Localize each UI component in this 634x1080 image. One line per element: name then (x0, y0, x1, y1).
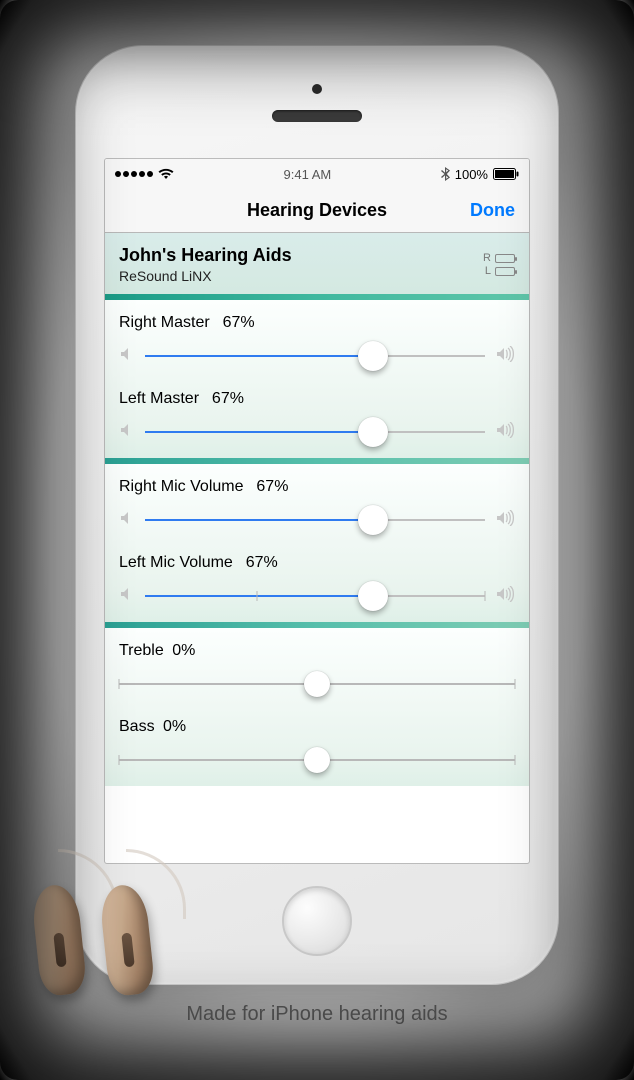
device-header[interactable]: John's Hearing Aids ReSound LiNX R L (105, 233, 529, 294)
right-ear-label: R (483, 252, 491, 265)
volume-high-icon (495, 346, 515, 367)
treble-block: Treble 0% (105, 628, 529, 704)
left-battery-icon (495, 267, 515, 276)
left-master-value: 67% (212, 390, 244, 407)
right-mic-slider[interactable] (145, 506, 485, 534)
treble-slider[interactable] (119, 670, 515, 698)
right-battery-icon (495, 254, 515, 263)
page-title: Hearing Devices (247, 200, 387, 221)
done-button[interactable]: Done (470, 200, 515, 221)
earpiece-speaker (272, 110, 362, 122)
left-master-label: Left Master (119, 390, 199, 407)
right-mic-value: 67% (256, 478, 288, 495)
hearing-aids-illustration (28, 855, 170, 1010)
front-camera (312, 84, 322, 94)
device-battery-status: R L (483, 252, 515, 278)
right-mic-block: Right Mic Volume 67% (105, 464, 529, 540)
left-master-slider[interactable] (145, 418, 485, 446)
left-mic-slider[interactable] (145, 582, 485, 610)
volume-high-icon (495, 586, 515, 607)
bass-value: 0% (163, 718, 186, 735)
left-mic-block: Left Mic Volume 67% (105, 540, 529, 616)
volume-low-icon (119, 422, 135, 443)
battery-percentage: 100% (455, 167, 488, 182)
treble-value: 0% (172, 642, 195, 659)
bluetooth-icon (441, 167, 450, 181)
volume-low-icon (119, 586, 135, 607)
left-mic-label: Left Mic Volume (119, 554, 233, 571)
left-mic-value: 67% (246, 554, 278, 571)
battery-icon (493, 168, 519, 180)
master-volume-section: Right Master 67% Left Master 67% (105, 300, 529, 458)
screen: 9:41 AM 100% Hearing Devices Done John's… (104, 158, 530, 864)
right-master-block: Right Master 67% (105, 300, 529, 376)
bass-slider[interactable] (119, 746, 515, 774)
right-master-label: Right Master (119, 314, 210, 331)
bass-block: Bass 0% (105, 704, 529, 780)
mic-volume-section: Right Mic Volume 67% Left Mic Volume 67% (105, 464, 529, 622)
home-button[interactable] (282, 886, 352, 956)
left-master-block: Left Master 67% (105, 376, 529, 452)
volume-low-icon (119, 510, 135, 531)
status-bar: 9:41 AM 100% (105, 159, 529, 189)
volume-high-icon (495, 510, 515, 531)
navigation-bar: Hearing Devices Done (105, 189, 529, 233)
treble-label: Treble (119, 642, 164, 659)
marketing-caption: Made for iPhone hearing aids (186, 1003, 447, 1026)
right-master-value: 67% (223, 314, 255, 331)
device-name: John's Hearing Aids (119, 245, 292, 266)
left-ear-label: L (485, 265, 491, 278)
right-mic-label: Right Mic Volume (119, 478, 244, 495)
content-area: John's Hearing Aids ReSound LiNX R L Rig… (105, 233, 529, 863)
right-master-slider[interactable] (145, 342, 485, 370)
signal-strength-icon (115, 171, 153, 177)
volume-high-icon (495, 422, 515, 443)
eq-section: Treble 0% Bass 0% (105, 628, 529, 786)
wifi-icon (158, 168, 174, 180)
iphone-device-frame: 9:41 AM 100% Hearing Devices Done John's… (75, 45, 559, 985)
volume-low-icon (119, 346, 135, 367)
device-model: ReSound LiNX (119, 268, 292, 284)
bass-label: Bass (119, 718, 155, 735)
status-time: 9:41 AM (284, 167, 332, 182)
